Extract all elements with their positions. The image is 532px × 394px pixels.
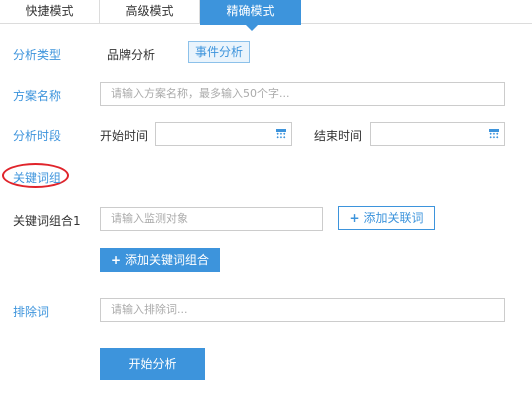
tab-precise-mode[interactable]: 精确模式 <box>200 0 301 31</box>
exclude-label: 排除词 <box>13 305 50 319</box>
active-tab-caret <box>246 25 258 31</box>
option-brand-analysis[interactable]: 品牌分析 <box>107 46 155 63</box>
tab-quick-mode[interactable]: 快捷模式 <box>0 0 100 24</box>
plus-icon: + <box>349 211 360 225</box>
calendar-icon[interactable] <box>489 129 499 139</box>
keyword-group-label: 关键词组 <box>13 171 62 185</box>
keyword-combo-label: 关键词组合1 <box>13 214 81 228</box>
tab-label: 精确模式 <box>226 4 275 18</box>
button-label: 添加关联词 <box>363 211 424 225</box>
tab-advanced-mode[interactable]: 高级模式 <box>100 0 200 24</box>
start-time-label: 开始时间 <box>100 129 149 143</box>
mode-tabs: 快捷模式 高级模式 精确模式 <box>0 0 532 31</box>
start-date-input[interactable] <box>155 122 292 146</box>
add-keyword-combo-button[interactable]: + 添加关键词组合 <box>100 248 220 272</box>
plus-icon: + <box>110 253 122 267</box>
start-analysis-button[interactable]: 开始分析 <box>100 348 205 380</box>
end-date-input[interactable] <box>370 122 505 146</box>
option-event-analysis[interactable]: 事件分析 <box>188 41 251 63</box>
plan-name-label: 方案名称 <box>13 89 62 103</box>
analysis-type-label: 分析类型 <box>13 48 62 62</box>
plan-name-input[interactable]: 请输入方案名称，最多输入50个字... <box>100 82 505 106</box>
monitor-target-input[interactable]: 请输入监测对象 <box>100 207 323 231</box>
end-time-label: 结束时间 <box>314 129 363 143</box>
exclude-words-input[interactable]: 请输入排除词... <box>100 298 505 322</box>
add-related-word-button[interactable]: + 添加关联词 <box>338 206 435 230</box>
period-label: 分析时段 <box>13 129 62 143</box>
button-label: 添加关键词组合 <box>125 253 210 267</box>
tab-label: 高级模式 <box>125 4 174 18</box>
tab-label: 快捷模式 <box>25 4 74 18</box>
calendar-icon[interactable] <box>276 129 286 139</box>
